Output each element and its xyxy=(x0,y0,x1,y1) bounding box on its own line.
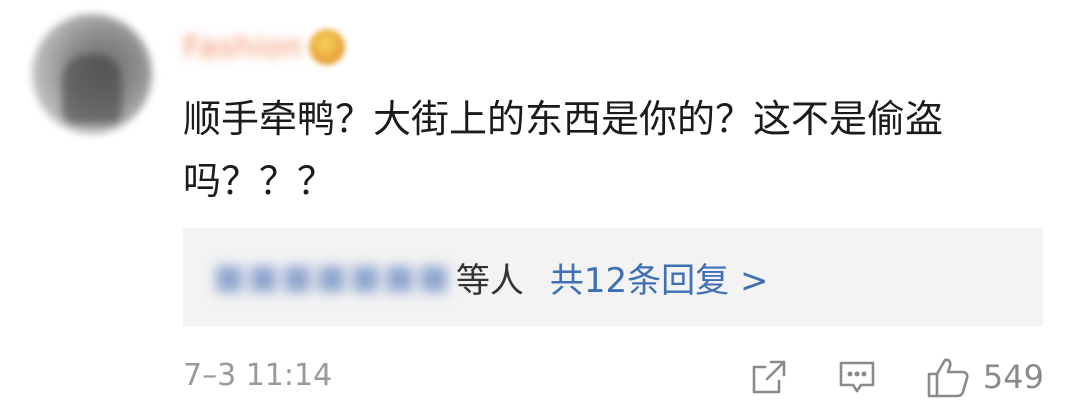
like-count: 549 xyxy=(982,358,1044,396)
reply-button[interactable] xyxy=(837,357,877,397)
action-bar: 549 xyxy=(749,352,1044,402)
comment-card: Fashion 顺手牵鸭？大街上的东西是你的？这不是偷盗吗？？？ ■■■■■■■… xyxy=(0,0,1080,413)
thumbs-up-icon xyxy=(927,358,969,398)
comment-icon xyxy=(839,361,875,393)
share-icon xyxy=(752,360,786,394)
vip-badge-icon xyxy=(309,29,346,65)
avatar[interactable] xyxy=(32,14,152,134)
replies-preview[interactable]: ■■■■■■■ 等人 共12条回复 > xyxy=(183,228,1043,326)
share-button[interactable] xyxy=(749,357,789,397)
replier-names: ■■■■■■■ xyxy=(213,257,452,297)
timestamp: 7–3 11:14 xyxy=(183,358,333,393)
username[interactable]: Fashion xyxy=(183,30,303,65)
others-label: 等人 xyxy=(455,260,524,301)
comment-text: 顺手牵鸭？大街上的东西是你的？这不是偷盗吗？？？ xyxy=(183,97,944,203)
like-button[interactable]: 549 xyxy=(925,354,1044,400)
view-replies-link[interactable]: 共12条回复 > xyxy=(550,253,769,302)
username-row: Fashion xyxy=(183,22,346,72)
